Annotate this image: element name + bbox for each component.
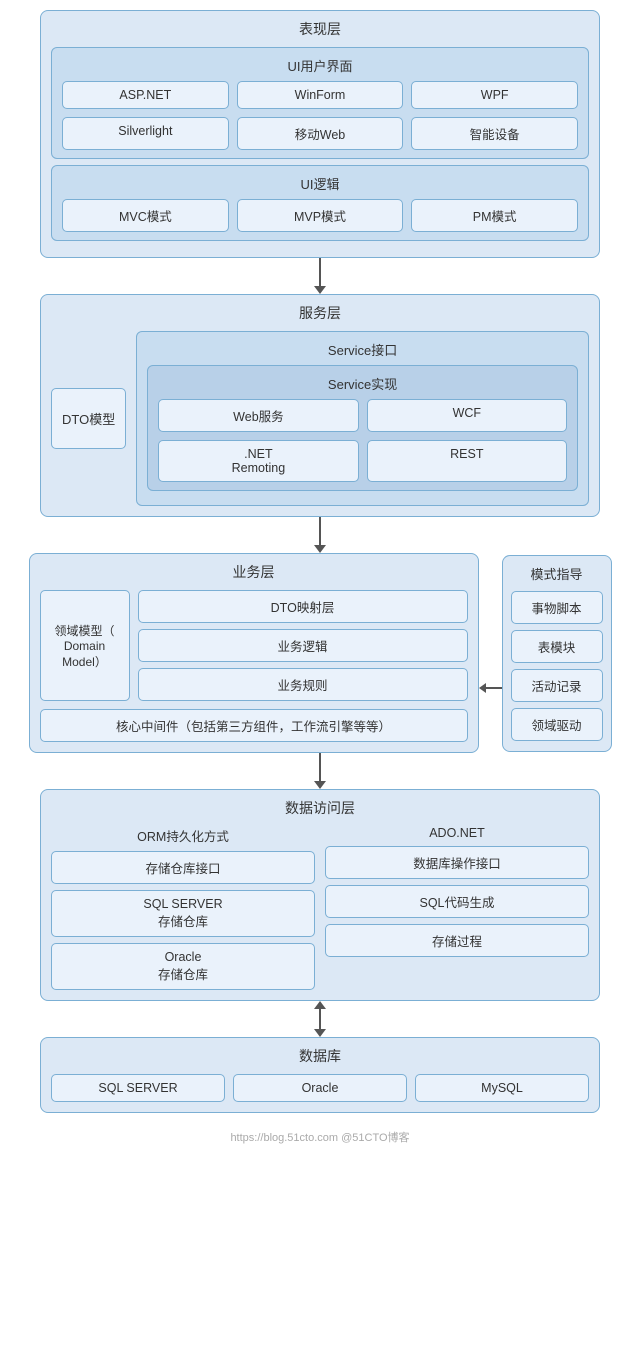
mvc-item: MVC模式 bbox=[62, 199, 229, 232]
service-interface-box: Service接口 Service实现 Web服务 WCF .NET Remot… bbox=[136, 331, 589, 506]
footer-url: https://blog.51cto.com bbox=[230, 1132, 338, 1144]
service-layer: 服务层 DTO模型 Service接口 Service实现 Web服务 WCF … bbox=[40, 294, 600, 517]
arrow-h-line bbox=[486, 687, 502, 689]
rest-item: REST bbox=[367, 440, 567, 482]
pattern-item-1: 表模块 bbox=[511, 630, 603, 663]
winform-item: WinForm bbox=[237, 81, 404, 109]
orm-item-1: SQL SERVER 存储仓库 bbox=[51, 890, 315, 937]
orm-column: ORM持久化方式 存储仓库接口 SQL SERVER 存储仓库 Oracle 存… bbox=[51, 826, 315, 990]
domain-model-item: 领域模型（ Domain Model） bbox=[40, 590, 130, 701]
business-layer-title: 业务层 bbox=[40, 562, 468, 582]
service-layer-title: 服务层 bbox=[51, 303, 589, 323]
arrow-line bbox=[319, 258, 321, 286]
presentation-layer-title: 表现层 bbox=[51, 19, 589, 39]
data-access-title: 数据访问层 bbox=[51, 798, 589, 818]
pm-item: PM模式 bbox=[411, 199, 578, 232]
ui-interface-box: UI用户界面 ASP.NET WinForm WPF Silverlight 移… bbox=[51, 47, 589, 159]
data-access-layer: 数据访问层 ORM持久化方式 存储仓库接口 SQL SERVER 存储仓库 Or… bbox=[40, 789, 600, 1001]
dto-model-item: DTO模型 bbox=[51, 388, 126, 449]
arrow-line2 bbox=[319, 517, 321, 545]
arrow-presentation-to-service bbox=[40, 258, 600, 294]
ado-item-2: 存储过程 bbox=[325, 924, 589, 957]
service-impl-row1: Web服务 WCF bbox=[158, 399, 567, 432]
business-logic-item: 业务逻辑 bbox=[138, 629, 468, 662]
net-remoting-item: .NET Remoting bbox=[158, 440, 358, 482]
ado-item-0: 数据库操作接口 bbox=[325, 846, 589, 879]
arrow-bidirectional bbox=[40, 1001, 600, 1037]
arrow-line3 bbox=[319, 753, 321, 781]
pattern-panel-title: 模式指导 bbox=[511, 564, 603, 583]
presentation-layer: 表现层 UI用户界面 ASP.NET WinForm WPF Silverlig… bbox=[40, 10, 600, 258]
ui-logic-items: MVC模式 MVP模式 PM模式 bbox=[62, 199, 578, 232]
pattern-item-2: 活动记录 bbox=[511, 669, 603, 702]
service-impl-row2: .NET Remoting REST bbox=[158, 440, 567, 482]
arrow-head bbox=[314, 286, 326, 294]
service-interface-title: Service接口 bbox=[147, 340, 578, 359]
ado-item-1: SQL代码生成 bbox=[325, 885, 589, 918]
pattern-item-0: 事物脚本 bbox=[511, 591, 603, 624]
arrow-line4 bbox=[319, 1009, 321, 1029]
core-middleware-item: 核心中间件（包括第三方组件，工作流引擎等等） bbox=[40, 709, 468, 742]
oracle-item: Oracle bbox=[233, 1074, 407, 1102]
service-impl-box: Service实现 Web服务 WCF .NET Remoting REST bbox=[147, 365, 578, 491]
ui-logic-title: UI逻辑 bbox=[62, 174, 578, 193]
ado-column: ADO.NET 数据库操作接口 SQL代码生成 存储过程 bbox=[325, 826, 589, 990]
architecture-diagram: 表现层 UI用户界面 ASP.NET WinForm WPF Silverlig… bbox=[20, 10, 620, 1145]
mvp-item: MVP模式 bbox=[237, 199, 404, 232]
silverlight-item: Silverlight bbox=[62, 117, 229, 150]
ui-row2: Silverlight 移动Web 智能设备 bbox=[62, 117, 578, 150]
arrow-head3 bbox=[314, 781, 326, 789]
wpf-item: WPF bbox=[411, 81, 578, 109]
footer-brand: @51CTO博客 bbox=[341, 1132, 409, 1144]
business-layer: 业务层 领域模型（ Domain Model） DTO映射层 业务逻辑 业务规则… bbox=[29, 553, 479, 753]
arrow-head-left bbox=[479, 683, 486, 693]
orm-title: ORM持久化方式 bbox=[51, 826, 315, 845]
ado-title: ADO.NET bbox=[325, 826, 589, 840]
arrow-head-down bbox=[314, 1029, 326, 1037]
wcf-item: WCF bbox=[367, 399, 567, 432]
mobile-web-item: 移动Web bbox=[237, 117, 404, 150]
database-layer: 数据库 SQL SERVER Oracle MySQL bbox=[40, 1037, 600, 1113]
pattern-panel: 模式指导 事物脚本 表模块 活动记录 领域驱动 bbox=[502, 555, 612, 752]
orm-item-2: Oracle 存储仓库 bbox=[51, 943, 315, 990]
pattern-item-3: 领域驱动 bbox=[511, 708, 603, 741]
mysql-item: MySQL bbox=[415, 1074, 589, 1102]
dto-mapping-item: DTO映射层 bbox=[138, 590, 468, 623]
footer: https://blog.51cto.com @51CTO博客 bbox=[20, 1129, 620, 1145]
side-arrow bbox=[479, 683, 502, 693]
arrow-service-to-business bbox=[40, 517, 600, 553]
aspnet-item: ASP.NET bbox=[62, 81, 229, 109]
arrow-business-to-data bbox=[40, 753, 600, 789]
smart-device-item: 智能设备 bbox=[411, 117, 578, 150]
database-title: 数据库 bbox=[51, 1046, 589, 1066]
arrow-head-up bbox=[314, 1001, 326, 1009]
database-items: SQL SERVER Oracle MySQL bbox=[51, 1074, 589, 1102]
ui-logic-box: UI逻辑 MVC模式 MVP模式 PM模式 bbox=[51, 165, 589, 241]
service-impl-title: Service实现 bbox=[158, 374, 567, 393]
data-access-columns: ORM持久化方式 存储仓库接口 SQL SERVER 存储仓库 Oracle 存… bbox=[51, 826, 589, 990]
sqlserver-item: SQL SERVER bbox=[51, 1074, 225, 1102]
web-service-item: Web服务 bbox=[158, 399, 358, 432]
orm-item-0: 存储仓库接口 bbox=[51, 851, 315, 884]
ui-interface-title: UI用户界面 bbox=[62, 56, 578, 75]
arrow-head2 bbox=[314, 545, 326, 553]
business-top-row: 领域模型（ Domain Model） DTO映射层 业务逻辑 业务规则 bbox=[40, 590, 468, 701]
business-rules-item: 业务规则 bbox=[138, 668, 468, 701]
ui-row1: ASP.NET WinForm WPF bbox=[62, 81, 578, 109]
